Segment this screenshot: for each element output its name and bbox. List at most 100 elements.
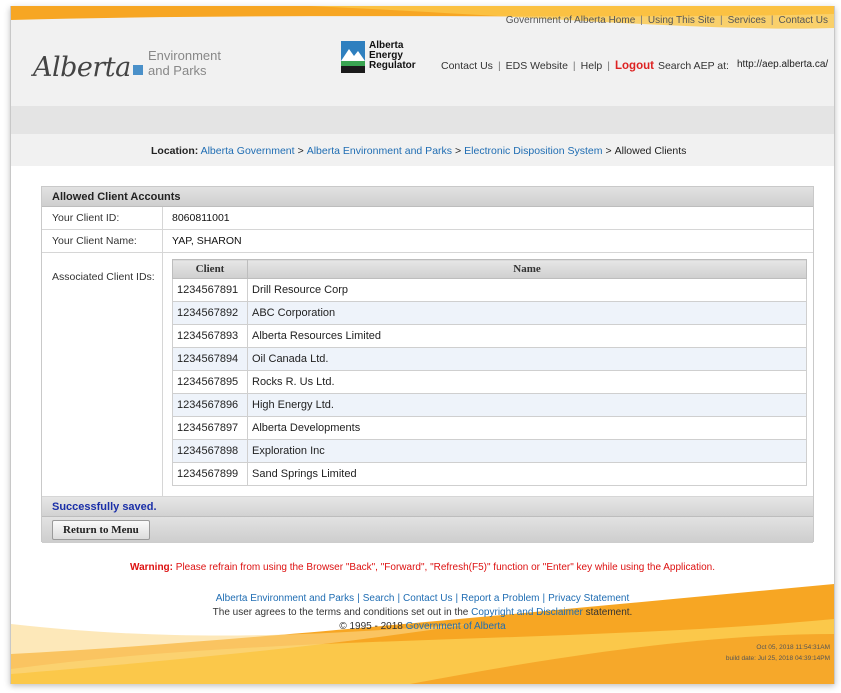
allowed-clients-panel: Allowed Client Accounts Your Client ID: … <box>41 186 814 543</box>
terms-text-pre: The user agrees to the terms and conditi… <box>212 607 469 618</box>
header-band <box>11 106 834 134</box>
alberta-logo[interactable]: Alberta <box>33 52 143 83</box>
table-row: 1234567897 Alberta Developments <box>172 416 807 440</box>
separator: | <box>455 593 459 604</box>
eds-website-link[interactable]: EDS Website <box>506 60 568 72</box>
breadcrumb-current: Allowed Clients <box>614 145 687 157</box>
table-row: 1234567895 Rocks R. Us Ltd. <box>172 370 807 394</box>
footer-contact-link[interactable]: Contact Us <box>403 593 452 604</box>
client-id-cell: 1234567893 <box>172 324 248 348</box>
footer-search-link[interactable]: Search <box>363 593 395 604</box>
using-this-site-link[interactable]: Using This Site <box>648 15 715 26</box>
footer-text: Alberta Environment and Parks | Search | Con… <box>11 592 834 634</box>
column-header-name: Name <box>247 259 807 279</box>
associated-clients-label: Associated Client IDs: <box>52 271 155 283</box>
separator: | <box>640 15 643 26</box>
client-id-cell: 1234567894 <box>172 347 248 371</box>
table-row: 1234567892 ABC Corporation <box>172 301 807 325</box>
client-name-value: YAP, SHARON <box>172 235 242 247</box>
action-bar: Return to Menu <box>42 517 813 543</box>
separator: | <box>607 60 610 72</box>
table-row: 1234567899 Sand Springs Limited <box>172 462 807 486</box>
copyright-text: © 1995 - 2018 <box>339 621 403 632</box>
client-name-cell: Alberta Resources Limited <box>247 324 807 348</box>
timestamp: Oct 05, 2018 11:54:31AM <box>756 644 830 651</box>
logout-link[interactable]: Logout <box>615 60 654 72</box>
warning-message: Warning: Please refrain from using the B… <box>11 562 834 573</box>
environment-parks-logo: Environment and Parks <box>148 48 221 78</box>
client-id-cell: 1234567891 <box>172 278 248 302</box>
client-id-cell: 1234567895 <box>172 370 248 394</box>
aer-text: Alberta Energy Regulator <box>369 41 416 71</box>
divider <box>162 253 163 496</box>
separator: | <box>542 593 546 604</box>
client-id-cell: 1234567896 <box>172 393 248 417</box>
separator: | <box>397 593 401 604</box>
breadcrumb-bar: Location: Alberta Government > Alberta Env… <box>11 134 834 166</box>
gov-home-link[interactable]: Government of Alberta Home <box>506 15 636 26</box>
client-name-label: Your Client Name: <box>52 235 137 247</box>
breadcrumb: Location: Alberta Government > Alberta Env… <box>151 145 686 157</box>
terms-text-post: statement. <box>585 607 633 618</box>
services-link[interactable]: Services <box>728 15 766 26</box>
separator: | <box>572 60 576 72</box>
build-date: build date: Jul 25, 2018 04:39:14PM <box>725 655 830 662</box>
footer-privacy-link[interactable]: Privacy Statement <box>548 593 629 604</box>
panel-title: Allowed Client Accounts <box>42 187 813 207</box>
divider <box>162 207 163 229</box>
warning-text: Please refrain from using the Browser "B… <box>175 562 715 573</box>
separator: | <box>497 60 501 72</box>
build-stamp: Oct 05, 2018 11:54:31AM build date: Jul … <box>726 642 830 664</box>
search-label: Search AEP at: <box>657 60 729 72</box>
breadcrumb-label: Location: <box>151 145 199 157</box>
table-row: 1234567898 Exploration Inc <box>172 439 807 463</box>
column-header-client: Client <box>172 259 248 279</box>
status-message: Successfully saved. <box>42 497 813 517</box>
footer-aep-link[interactable]: Alberta Environment and Parks <box>216 593 354 604</box>
table-row: 1234567896 High Energy Ltd. <box>172 393 807 417</box>
breadcrumb-aep[interactable]: Alberta Environment and Parks <box>307 145 452 157</box>
client-id-row: Your Client ID: 8060811001 <box>42 207 813 230</box>
client-name-row: Your Client Name: YAP, SHARON <box>42 230 813 253</box>
client-id-cell: 1234567892 <box>172 301 248 325</box>
help-link[interactable]: Help <box>581 60 603 72</box>
logo-env-line1: Environment <box>148 48 221 63</box>
client-id-cell: 1234567899 <box>172 462 248 486</box>
footer-links: Alberta Environment and Parks | Search | Con… <box>11 592 834 606</box>
return-to-menu-button[interactable]: Return to Menu <box>52 520 150 540</box>
separator: | <box>719 15 723 26</box>
breadcrumb-separator: > <box>455 145 462 157</box>
table-row: 1234567891 Drill Resource Corp <box>172 278 807 302</box>
site-header: Government of Alberta Home | Using This Si… <box>11 6 834 106</box>
gov-links: Government of Alberta Home | Using This Si… <box>506 15 828 26</box>
logo-env-line2: and Parks <box>148 63 207 78</box>
aer-line3: Regulator <box>369 60 416 71</box>
search-input[interactable] <box>737 56 833 72</box>
warning-label: Warning: <box>130 562 173 573</box>
breadcrumb-eds[interactable]: Electronic Disposition System <box>464 145 602 157</box>
aer-mountain-icon <box>341 41 365 73</box>
client-id-value: 8060811001 <box>172 212 230 224</box>
client-id-label: Your Client ID: <box>52 212 120 224</box>
client-name-cell: Rocks R. Us Ltd. <box>247 370 807 394</box>
client-name-cell: Sand Springs Limited <box>247 462 807 486</box>
separator: | <box>357 593 360 604</box>
breadcrumb-alberta-government[interactable]: Alberta Government <box>201 145 295 157</box>
government-of-alberta-link[interactable]: Government of Alberta <box>406 621 506 632</box>
table-row: 1234567893 Alberta Resources Limited <box>172 324 807 348</box>
contact-us-link[interactable]: Contact Us <box>441 60 493 72</box>
copyright-disclaimer-link[interactable]: Copyright and Disclaimer <box>471 607 583 618</box>
header-swoosh <box>11 6 834 29</box>
breadcrumb-separator: > <box>605 145 612 157</box>
utility-links: Contact Us | EDS Website | Help | Logout Search… <box>441 60 729 72</box>
table-row: 1234567894 Oil Canada Ltd. <box>172 347 807 371</box>
client-name-cell: ABC Corporation <box>247 301 807 325</box>
table-header-row: Client Name <box>172 259 807 279</box>
footer-copyright: © 1995 - 2018 Government of Alberta <box>11 620 834 634</box>
client-name-cell: Alberta Developments <box>247 416 807 440</box>
aer-logo[interactable]: Alberta Energy Regulator <box>341 41 421 75</box>
footer-report-problem-link[interactable]: Report a Problem <box>461 593 539 604</box>
gov-contact-link[interactable]: Contact Us <box>779 15 828 26</box>
logo-square-icon <box>132 65 143 75</box>
page: Government of Alberta Home | Using This Si… <box>10 6 835 684</box>
